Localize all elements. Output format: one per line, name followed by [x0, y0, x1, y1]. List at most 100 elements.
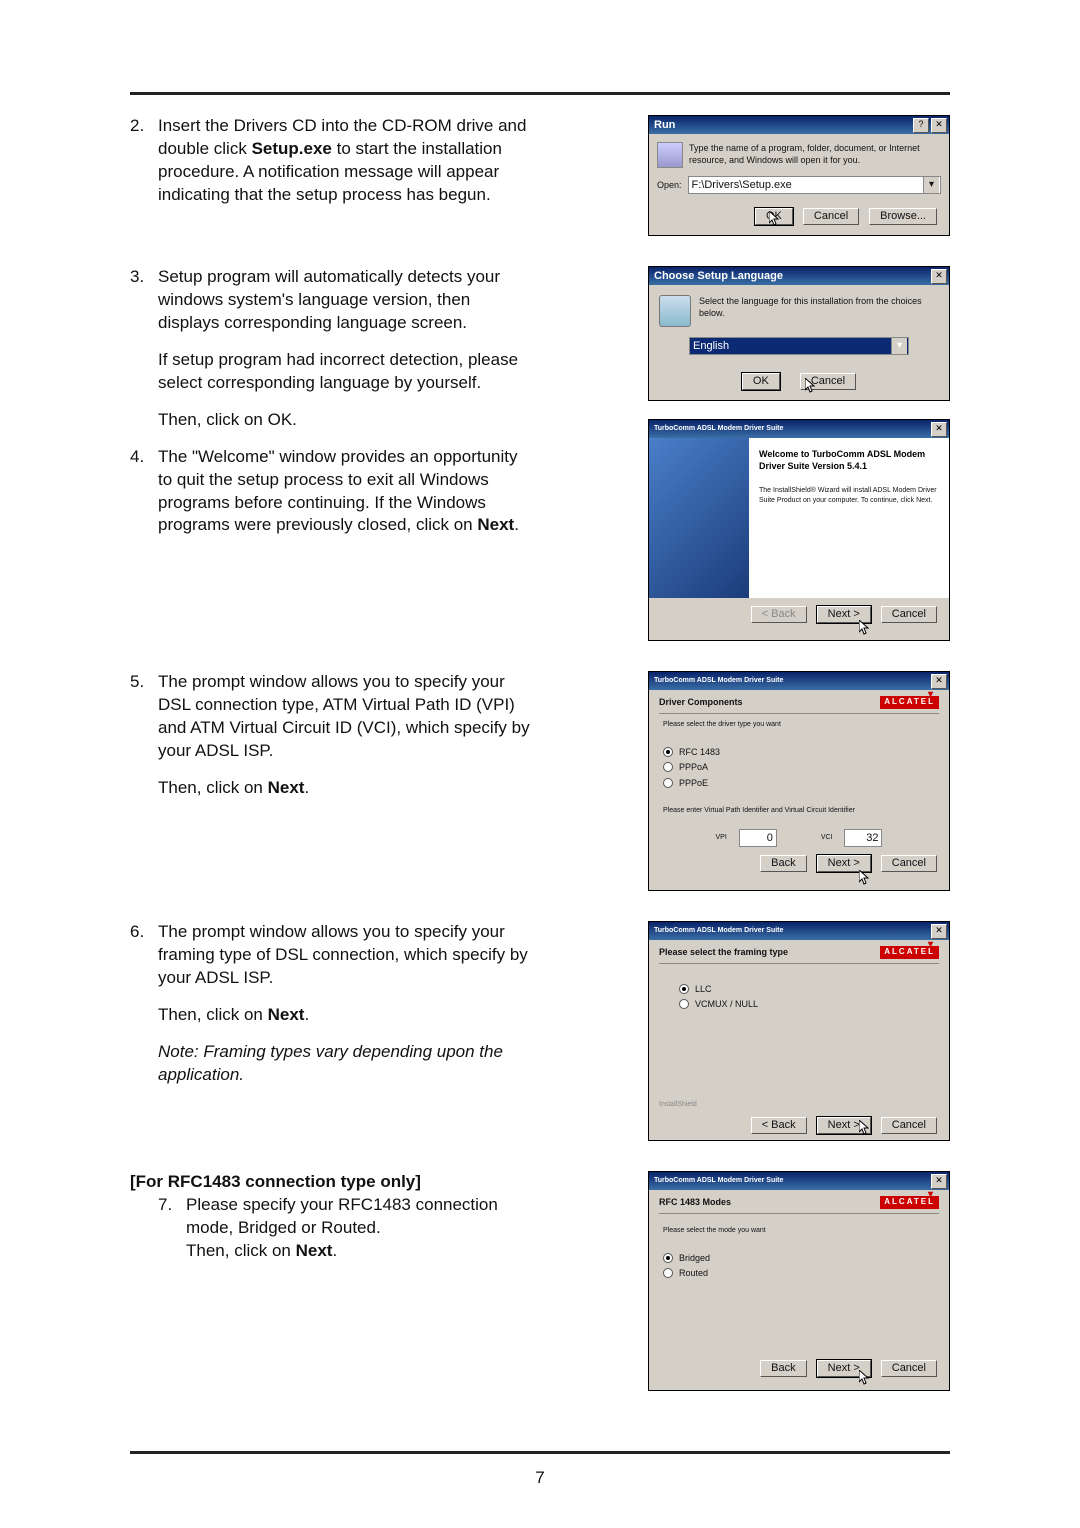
- window-title: Run: [651, 118, 675, 133]
- step5-p2: Then, click on Next.: [158, 777, 530, 800]
- step-number: 7.: [158, 1194, 186, 1263]
- open-input[interactable]: F:\Drivers\Setup.exe: [688, 176, 941, 194]
- driver-type-label: Please select the driver type you want: [663, 720, 935, 729]
- window-title: TurboComm ADSL Modem Driver Suite: [651, 926, 783, 935]
- step-number: 5.: [130, 671, 158, 800]
- welcome-dialog: TurboComm ADSL Modem Driver Suite ✕ Welc…: [648, 419, 950, 641]
- step-3: 3. Setup program will automatically dete…: [130, 266, 530, 432]
- step-body: Insert the Drivers CD into the CD-ROM dr…: [158, 115, 530, 207]
- emph-next: Next: [296, 1241, 333, 1260]
- radio-bridged[interactable]: Bridged: [663, 1252, 935, 1264]
- alcatel-logo: ALCATEL: [880, 946, 939, 959]
- step-number: 6.: [130, 921, 158, 1087]
- step3-p3: Then, click on OK.: [158, 409, 530, 432]
- language-dialog: Choose Setup Language ✕ Select the langu…: [648, 266, 950, 401]
- help-icon[interactable]: ?: [913, 118, 929, 133]
- step4-body: The "Welcome" window provides an opportu…: [158, 446, 530, 538]
- rfc1483-heading: [For RFC1483 connection type only]: [130, 1171, 530, 1194]
- dialog-heading: Please select the framing type: [659, 946, 788, 958]
- alcatel-logo: ALCATEL: [880, 696, 939, 709]
- emph-next: Next: [268, 778, 305, 797]
- cancel-button[interactable]: Cancel: [800, 373, 856, 390]
- rfc1483-modes-dialog: TurboComm ADSL Modem Driver Suite ✕ RFC …: [648, 1171, 950, 1391]
- close-icon[interactable]: ✕: [931, 1174, 947, 1189]
- step-2: 2. Insert the Drivers CD into the CD-ROM…: [130, 115, 530, 207]
- rule-top: [130, 92, 950, 95]
- close-icon[interactable]: ✕: [931, 422, 947, 437]
- dialog-heading: RFC 1483 Modes: [659, 1196, 731, 1208]
- window-title: TurboComm ADSL Modem Driver Suite: [651, 1176, 783, 1185]
- window-title: TurboComm ADSL Modem Driver Suite: [651, 424, 783, 433]
- back-button[interactable]: < Back: [751, 1117, 807, 1134]
- close-icon[interactable]: ✕: [931, 269, 947, 284]
- welcome-heading: Welcome to TurboComm ADSL Modem Driver S…: [759, 448, 939, 472]
- ok-button[interactable]: OK: [742, 373, 780, 390]
- radio-routed[interactable]: Routed: [663, 1267, 935, 1279]
- step3-p1: Setup program will automatically detects…: [158, 266, 530, 335]
- step-5: 5. The prompt window allows you to speci…: [130, 671, 530, 800]
- window-title: TurboComm ADSL Modem Driver Suite: [651, 676, 783, 685]
- vpi-label: VPI: [716, 833, 727, 842]
- close-icon[interactable]: ✕: [931, 118, 947, 133]
- next-button[interactable]: Next >: [817, 855, 871, 872]
- radio-llc[interactable]: LLC: [679, 983, 919, 995]
- browse-button[interactable]: Browse...: [869, 208, 937, 225]
- run-icon: [657, 142, 683, 168]
- run-dialog: Run ? ✕ Type the name of a program, fold…: [648, 115, 950, 236]
- step6-note: Note: Framing types vary depending upon …: [158, 1041, 530, 1087]
- vci-input[interactable]: 32: [844, 829, 882, 847]
- radio-pppoe[interactable]: PPPoE: [663, 777, 935, 789]
- step6-p1: The prompt window allows you to specify …: [158, 921, 530, 990]
- installshield-label: InstallShield: [649, 1100, 949, 1109]
- close-icon[interactable]: ✕: [931, 924, 947, 939]
- back-button: < Back: [751, 606, 807, 623]
- step6-p2: Then, click on Next.: [158, 1004, 530, 1027]
- cancel-button[interactable]: Cancel: [881, 1360, 937, 1377]
- globe-icon: [659, 295, 691, 327]
- step-number: 2.: [130, 115, 158, 207]
- back-button[interactable]: Back: [760, 1360, 806, 1377]
- alcatel-logo: ALCATEL: [880, 1196, 939, 1209]
- emph-next: Next: [268, 1005, 305, 1024]
- step-number: 4.: [130, 446, 158, 538]
- welcome-message: The InstallShield® Wizard will install A…: [759, 486, 939, 505]
- radio-vcmux[interactable]: VCMUX / NULL: [679, 998, 919, 1010]
- step-6: 6. The prompt window allows you to speci…: [130, 921, 530, 1087]
- lang-message: Select the language for this installatio…: [699, 295, 939, 327]
- cancel-button[interactable]: Cancel: [803, 208, 859, 225]
- next-button[interactable]: Next >: [817, 1117, 871, 1134]
- driver-components-dialog: TurboComm ADSL Modem Driver Suite ✕ Driv…: [648, 671, 950, 891]
- framing-dialog: TurboComm ADSL Modem Driver Suite ✕ Plea…: [648, 921, 950, 1141]
- cancel-button[interactable]: Cancel: [881, 855, 937, 872]
- rule-bottom: [130, 1451, 950, 1454]
- emph-next: Next: [477, 515, 514, 534]
- vpi-input[interactable]: 0: [739, 829, 777, 847]
- open-label: Open:: [657, 179, 682, 191]
- step3-p2: If setup program had incorrect detection…: [158, 349, 530, 395]
- step-number: 3.: [130, 266, 158, 432]
- run-message: Type the name of a program, folder, docu…: [689, 142, 941, 168]
- mode-label: Please select the mode you want: [663, 1226, 935, 1235]
- language-select[interactable]: English: [689, 337, 909, 355]
- window-title: Choose Setup Language: [651, 269, 783, 284]
- next-button[interactable]: Next >: [817, 606, 871, 623]
- wizard-side-image: [649, 438, 749, 598]
- ok-button[interactable]: OK: [755, 208, 793, 225]
- emph-setup: Setup.exe: [252, 139, 332, 158]
- step-7: 7. Please specify your RFC1483 connectio…: [130, 1194, 530, 1263]
- step7-p2: Then, click on Next.: [186, 1240, 530, 1263]
- cancel-button[interactable]: Cancel: [881, 1117, 937, 1134]
- back-button[interactable]: Back: [760, 855, 806, 872]
- cancel-button[interactable]: Cancel: [881, 606, 937, 623]
- close-icon[interactable]: ✕: [931, 674, 947, 689]
- dialog-heading: Driver Components: [659, 696, 743, 708]
- next-button[interactable]: Next >: [817, 1360, 871, 1377]
- page-number: 7: [0, 1467, 1080, 1490]
- step5-p1: The prompt window allows you to specify …: [158, 671, 530, 763]
- titlebar: Run ? ✕: [649, 116, 949, 134]
- radio-pppoa[interactable]: PPPoA: [663, 761, 935, 773]
- radio-rfc1483[interactable]: RFC 1483: [663, 746, 935, 758]
- vpi-vci-label: Please enter Virtual Path Identifier and…: [663, 806, 935, 815]
- step7-p1: Please specify your RFC1483 connection m…: [186, 1194, 530, 1240]
- vci-label: VCI: [821, 833, 833, 842]
